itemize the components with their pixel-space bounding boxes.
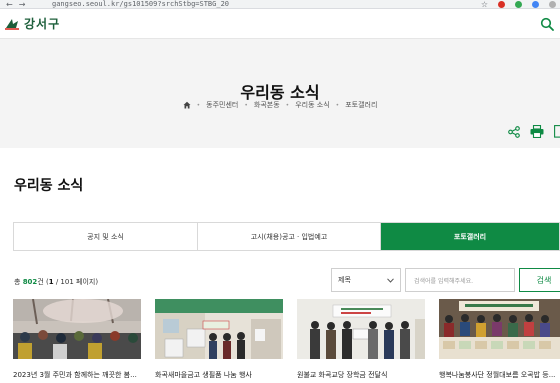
extension-icon-red[interactable]	[498, 1, 505, 8]
breadcrumb-separator: •	[335, 101, 340, 109]
gallery-thumbnail[interactable]	[155, 299, 283, 359]
search-form: 제목 검색어를 입력해주세요. 검색	[331, 268, 560, 292]
page: ← → gangseo.seoul.kr/gs101509?srchStbg=S…	[0, 0, 560, 383]
photo-gallery: 2023년 3월 주민과 함께하는 깨끗한 봄... 화곡새마을금고 생필품 나…	[13, 298, 560, 380]
browser-toolbar: ← → gangseo.seoul.kr/gs101509?srchStbg=S…	[0, 0, 560, 9]
star-icon[interactable]: ☆	[481, 0, 488, 9]
forward-icon[interactable]: →	[19, 0, 26, 9]
section-title: 우리동 소식	[14, 178, 84, 194]
site-header: 강서구	[0, 9, 560, 39]
browser-nav: ← →	[6, 0, 25, 9]
home-icon[interactable]	[183, 101, 191, 109]
gallery-thumbnail[interactable]	[297, 299, 425, 359]
tab-announcement[interactable]: 고시(채용)공고 · 입법예고	[198, 223, 381, 250]
print-icon[interactable]	[530, 125, 544, 138]
tab-notice[interactable]: 공지 및 소식	[14, 223, 198, 250]
document-icon[interactable]	[554, 125, 560, 138]
gallery-caption[interactable]: 행복나눔봉사단 정월대보름 오곡밥 등...	[439, 370, 560, 380]
gallery-item[interactable]: 2023년 3월 주민과 함께하는 깨끗한 봄...	[13, 298, 141, 380]
breadcrumb-item[interactable]: 화곡본동	[254, 100, 280, 110]
profile-avatar[interactable]	[549, 1, 556, 8]
page-current: 1	[48, 278, 54, 286]
select-value: 제목	[338, 276, 351, 284]
breadcrumb-item[interactable]: 동주민센터	[206, 100, 238, 110]
browser-extensions: ☆	[481, 0, 556, 9]
breadcrumb-separator: •	[196, 101, 201, 109]
gallery-thumbnail[interactable]	[13, 298, 141, 359]
page-tools	[508, 125, 560, 138]
count-suffix: 건	[37, 278, 44, 286]
breadcrumb: • 동주민센터 • 화곡본동 • 우리동 소식 • 포토갤러리	[0, 100, 560, 110]
gallery-caption[interactable]: 원불교 화곡교당 장학금 전달식	[297, 370, 425, 380]
back-icon[interactable]: ←	[6, 0, 13, 9]
share-icon[interactable]	[508, 125, 520, 138]
logo-mark-icon	[5, 18, 19, 30]
tab-photo-gallery[interactable]: 포토갤러리	[381, 223, 559, 250]
gallery-caption[interactable]: 화곡새마을금고 생필품 나눔 행사	[155, 370, 283, 380]
breadcrumb-item-current[interactable]: 포토갤러리	[345, 100, 377, 110]
extension-icon-green[interactable]	[515, 1, 522, 8]
page-word: 페이지	[76, 278, 96, 286]
address-bar[interactable]: gangseo.seoul.kr/gs101509?srchStbg=STBG_…	[52, 0, 229, 8]
gallery-item[interactable]: 화곡새마을금고 생필품 나눔 행사	[155, 299, 283, 380]
search-button[interactable]: 검색	[519, 268, 560, 292]
gallery-item[interactable]: 행복나눔봉사단 정월대보름 오곡밥 등...	[439, 299, 560, 380]
list-count: 총 802건 (1 / 101 페이지)	[14, 278, 99, 286]
count-total: 802	[22, 278, 38, 286]
page-visual: 우리동 소식 • 동주민센터 • 화곡본동 • 우리동 소식 • 포토갤러리	[0, 39, 560, 148]
logo-text: 강서구	[24, 17, 61, 31]
count-prefix: 총	[14, 278, 21, 286]
breadcrumb-separator: •	[285, 101, 290, 109]
search-input[interactable]: 검색어를 입력해주세요.	[405, 268, 515, 292]
gallery-item[interactable]: 원불교 화곡교당 장학금 전달식	[297, 299, 425, 380]
gallery-caption[interactable]: 2023년 3월 주민과 함께하는 깨끗한 봄...	[13, 370, 141, 380]
search-icon[interactable]	[540, 17, 554, 31]
gallery-thumbnail[interactable]	[439, 299, 560, 359]
breadcrumb-item[interactable]: 우리동 소식	[295, 100, 329, 110]
board-tabs: 공지 및 소식 고시(채용)공고 · 입법예고 포토갤러리	[13, 222, 560, 251]
page-total: 101	[60, 278, 74, 286]
search-field-select[interactable]: 제목	[331, 268, 401, 292]
site-logo[interactable]: 강서구	[4, 15, 60, 32]
chevron-down-icon	[387, 277, 394, 283]
breadcrumb-separator: •	[244, 101, 248, 109]
extension-icon-blue[interactable]	[532, 1, 539, 8]
